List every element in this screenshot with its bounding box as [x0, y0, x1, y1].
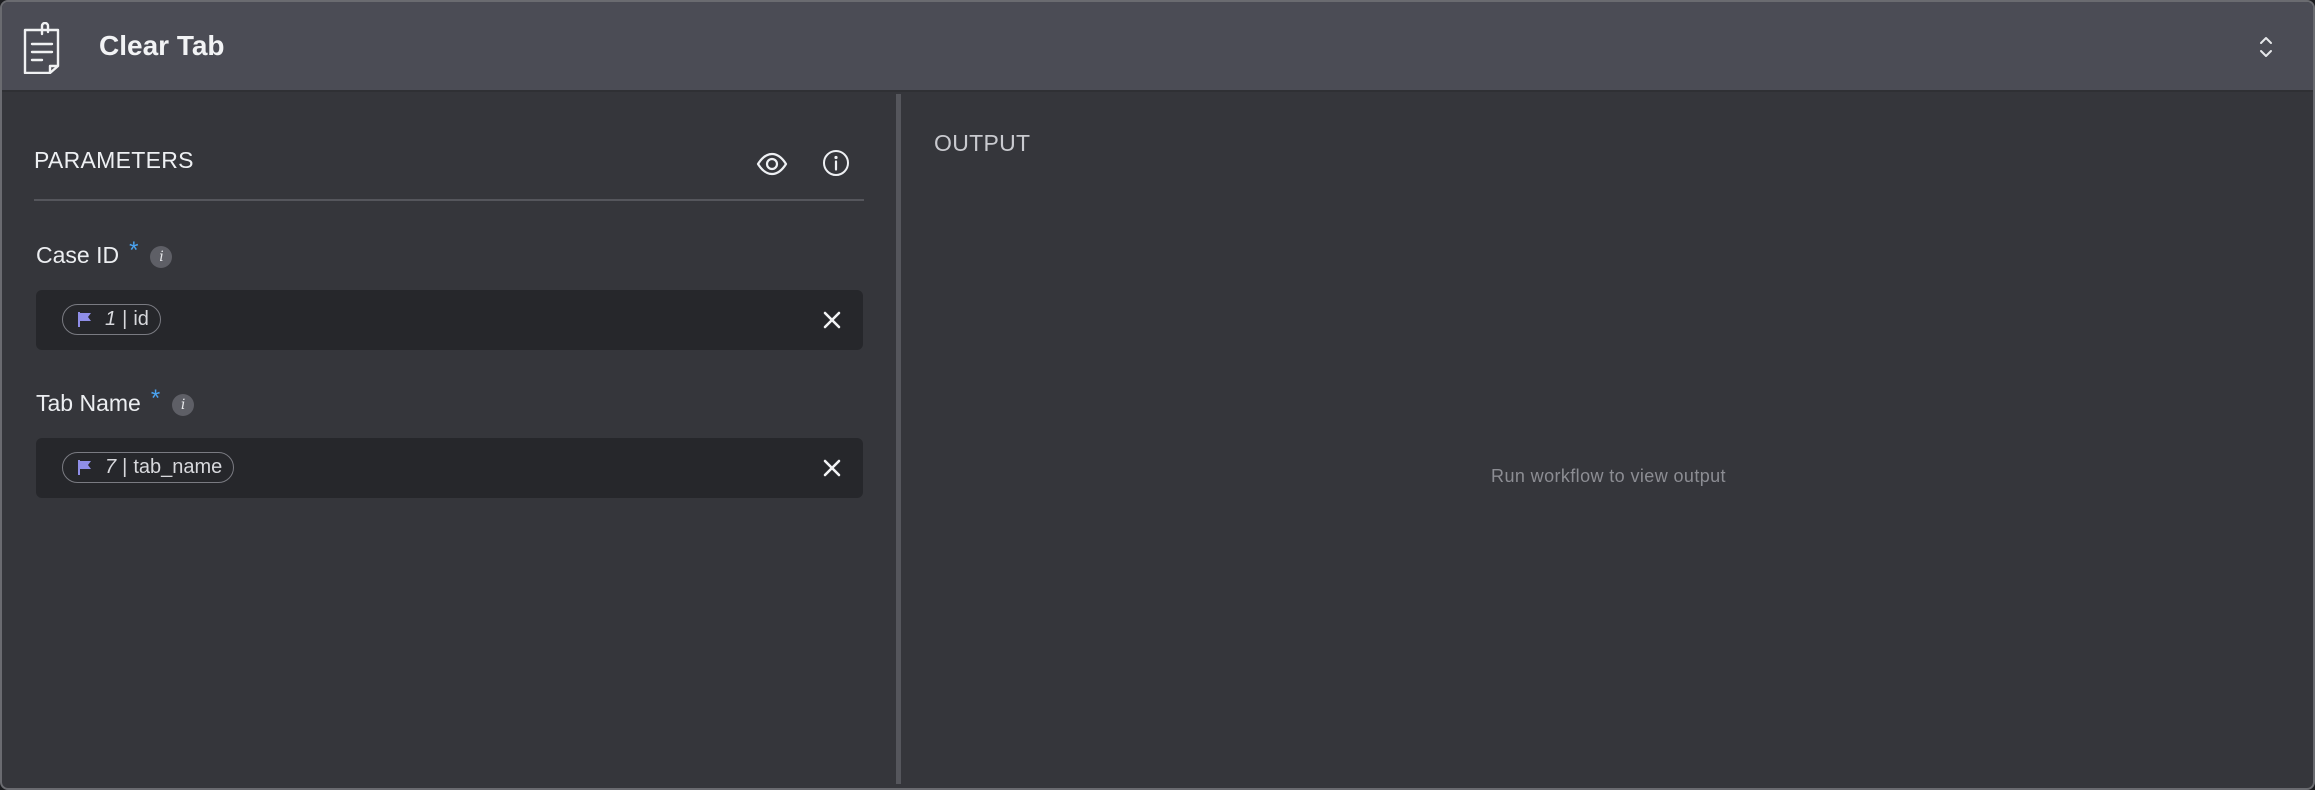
panel-header: Clear Tab [2, 2, 2313, 92]
panel-title: Clear Tab [99, 30, 225, 61]
flag-icon [78, 460, 91, 475]
variable-chip[interactable]: 1 | id [62, 304, 161, 335]
case-id-field[interactable]: 1 | id [36, 290, 863, 350]
section-divider [34, 199, 864, 201]
node-panel: Clear Tab PARAMETERS Case ID * i 1 | id … [0, 0, 2315, 790]
chip-separator: | [122, 308, 128, 330]
panel-resize-handle[interactable] [896, 94, 901, 784]
field-hint-icon[interactable]: i [172, 394, 195, 416]
close-icon[interactable] [821, 457, 843, 479]
output-title: OUTPUT [934, 130, 1031, 156]
output-empty-message: Run workflow to view output [1491, 466, 1726, 486]
parameters-panel: PARAMETERS Case ID * i 1 | id Tab Name *… [2, 94, 897, 788]
field-label-text: Case ID [36, 242, 120, 268]
required-marker: * [129, 237, 139, 264]
chip-separator: | [122, 456, 128, 478]
chevron-up-down-icon[interactable] [2255, 32, 2277, 62]
eye-icon[interactable] [755, 147, 789, 181]
chip-value: tab_name [133, 456, 223, 478]
chip-step-number: 7 [105, 456, 117, 478]
chip-value: id [133, 308, 149, 330]
parameters-title: PARAMETERS [34, 147, 194, 173]
close-icon[interactable] [821, 309, 843, 331]
field-label-text: Tab Name [36, 390, 141, 416]
tab-name-field[interactable]: 7 | tab_name [36, 438, 863, 498]
info-icon[interactable] [821, 148, 851, 178]
field-hint-icon[interactable]: i [150, 246, 173, 268]
variable-chip[interactable]: 7 | tab_name [62, 452, 235, 483]
tab-name-label: Tab Name * i [36, 385, 195, 417]
case-id-label: Case ID * i [36, 237, 173, 269]
required-marker: * [150, 385, 161, 412]
chip-step-number: 1 [105, 308, 117, 330]
notepad-icon [23, 22, 60, 74]
flag-icon [78, 312, 91, 327]
output-panel: OUTPUT Run workflow to view output [902, 94, 2313, 788]
